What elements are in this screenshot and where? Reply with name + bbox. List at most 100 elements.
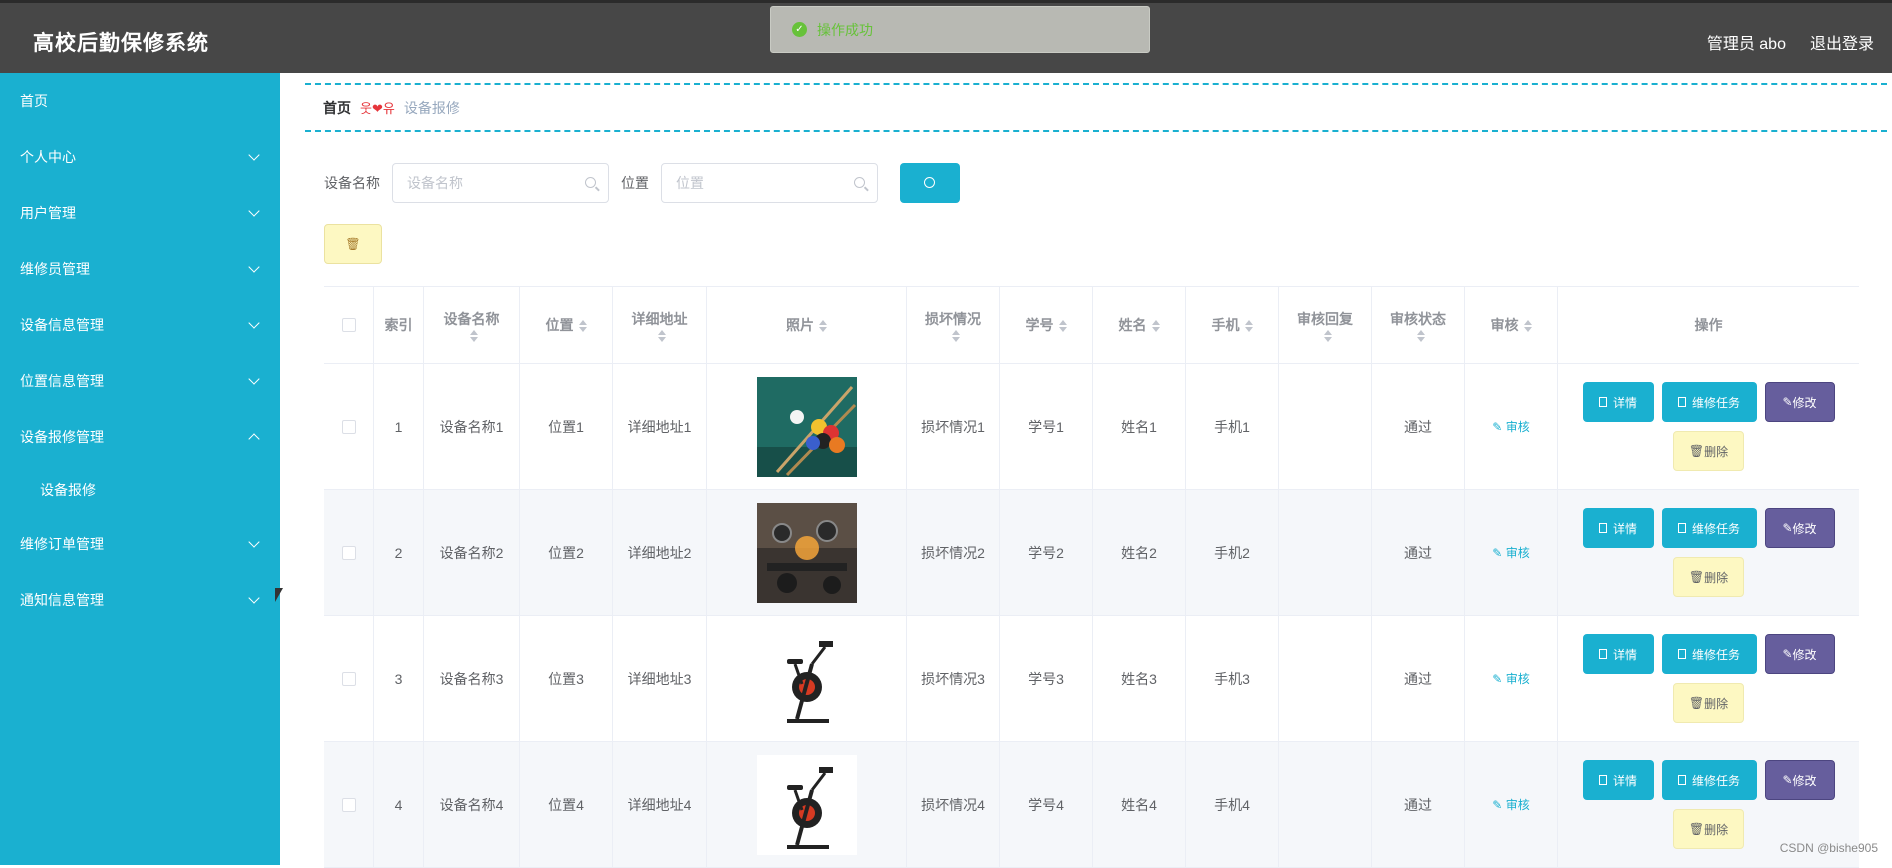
location: 位置4 (548, 796, 584, 813)
chevron-down-icon (248, 373, 260, 385)
edit-button[interactable]: ✎ 修改 (1764, 634, 1835, 674)
col-status[interactable]: 审核状态 (1372, 287, 1465, 363)
location-search-input[interactable]: 位置 (661, 163, 878, 203)
phone: 手机4 (1214, 796, 1250, 813)
delete-button[interactable]: 🗑 删除 (1673, 809, 1744, 849)
detail-button[interactable]: 详情 (1582, 508, 1654, 548)
edit-pen-icon: ✎ (1492, 546, 1506, 560)
detail-button[interactable]: 详情 (1582, 760, 1654, 800)
col-location[interactable]: 位置 (520, 287, 613, 363)
edit-button[interactable]: ✎ 修改 (1764, 760, 1835, 800)
address: 详细地址1 (627, 418, 692, 435)
sort-icon[interactable] (1323, 330, 1332, 342)
document-icon (1598, 775, 1607, 785)
edit-pen-icon: ✎ (1782, 647, 1793, 661)
detail-button[interactable]: 详情 (1582, 634, 1654, 674)
sidebar-item-repair-mgmt[interactable]: 设备报修管理 (0, 409, 280, 465)
sidebar-item-orders[interactable]: 维修订单管理 (0, 516, 280, 572)
trash-icon: 🗑 (1688, 570, 1705, 584)
equipment-name: 设备名称3 (439, 670, 504, 687)
table-row: 3 设备名称3 位置3 详细地址3 损坏情况3 学号3 姓名3 手机3 通过 ✎ 审核 详情 维修任务… (324, 616, 1859, 742)
sidebar-item-users[interactable]: 用户管理 (0, 185, 280, 241)
detail-button[interactable]: 详情 (1582, 382, 1654, 422)
address: 详细地址3 (627, 670, 692, 687)
location: 位置3 (548, 670, 584, 687)
search-icon (854, 177, 865, 188)
logout-link[interactable]: 退出登录 (1810, 30, 1874, 54)
repair-task-button[interactable]: 维修任务 (1661, 508, 1757, 548)
sort-icon[interactable] (1244, 320, 1253, 333)
address: 详细地址4 (627, 796, 692, 813)
trash-icon: 🗑 (1688, 696, 1705, 710)
sort-icon[interactable] (1151, 320, 1160, 333)
repair-task-button[interactable]: 维修任务 (1661, 382, 1757, 422)
batch-delete-button[interactable]: 🗑 (324, 224, 382, 264)
edit-button[interactable]: ✎ 修改 (1764, 508, 1835, 548)
damage: 损坏情况3 (921, 670, 985, 687)
search-button[interactable] (900, 163, 960, 203)
sidebar-item-locations[interactable]: 位置信息管理 (0, 353, 280, 409)
sidebar-item-repair-request[interactable]: 设备报修 (0, 462, 280, 518)
audit-status: 通过 (1404, 544, 1432, 561)
sidebar-item-home[interactable]: 首页 (0, 73, 280, 129)
col-photo[interactable]: 照片 (707, 287, 907, 363)
col-phone[interactable]: 手机 (1186, 287, 1279, 363)
row-index: 1 (394, 418, 403, 435)
address: 详细地址2 (627, 544, 692, 561)
row-checkbox[interactable] (341, 797, 356, 812)
equipment-name: 设备名称2 (439, 544, 504, 561)
student-id: 学号2 (1028, 544, 1064, 561)
person-name: 姓名2 (1121, 544, 1157, 561)
sort-icon[interactable] (1416, 330, 1425, 342)
row-checkbox[interactable] (341, 671, 356, 686)
sort-icon[interactable] (578, 320, 587, 333)
name-search-input[interactable]: 设备名称 (392, 163, 609, 203)
audit-link[interactable]: ✎ 审核 (1492, 418, 1529, 435)
edit-button[interactable]: ✎ 修改 (1764, 382, 1835, 422)
sidebar-item-repairmen[interactable]: 维修员管理 (0, 241, 280, 297)
sort-icon[interactable] (658, 330, 666, 342)
sidebar-item-notices[interactable]: 通知信息管理 (0, 572, 280, 628)
col-damage[interactable]: 损坏情况 (907, 287, 1000, 363)
col-person[interactable]: 姓名 (1093, 287, 1186, 363)
table-row: 4 设备名称4 位置4 详细地址4 损坏情况4 学号4 姓名4 手机4 通过 ✎ 审核 详情 维修任务… (324, 742, 1859, 868)
sort-icon[interactable] (819, 320, 827, 333)
delete-button[interactable]: 🗑 删除 (1673, 431, 1744, 471)
col-name[interactable]: 设备名称 (424, 287, 520, 363)
col-reply[interactable]: 审核回复 (1279, 287, 1372, 363)
row-checkbox[interactable] (341, 419, 356, 434)
app-title: 高校后勤保修系统 (33, 32, 209, 55)
search-form: 设备名称 设备名称 位置 位置 (324, 163, 960, 203)
audit-link[interactable]: ✎ 审核 (1492, 670, 1529, 687)
sidebar-item-profile[interactable]: 个人中心 (0, 129, 280, 185)
chevron-down-icon (248, 261, 260, 273)
row-index: 3 (394, 670, 403, 687)
spin-bike-photo (756, 754, 857, 855)
col-student-id[interactable]: 学号 (1000, 287, 1093, 363)
breadcrumb-home[interactable]: 首页 (323, 98, 351, 118)
admin-user[interactable]: 管理员 abo (1707, 30, 1786, 54)
delete-button[interactable]: 🗑 删除 (1673, 557, 1744, 597)
select-all-checkbox[interactable] (341, 318, 356, 332)
col-audit[interactable]: 审核 (1465, 287, 1558, 363)
row-index: 4 (394, 796, 403, 813)
repair-task-button[interactable]: 维修任务 (1661, 760, 1757, 800)
row-checkbox[interactable] (341, 545, 356, 560)
document-icon (1598, 523, 1607, 533)
document-icon (1598, 649, 1607, 659)
breadcrumb-current: 设备报修 (403, 99, 460, 116)
col-address[interactable]: 详细地址 (613, 287, 707, 363)
repair-task-button[interactable]: 维修任务 (1661, 634, 1757, 674)
delete-button[interactable]: 🗑 删除 (1673, 683, 1744, 723)
student-id: 学号4 (1028, 796, 1064, 813)
sort-icon[interactable] (951, 330, 960, 342)
audit-link[interactable]: ✎ 审核 (1492, 544, 1529, 561)
sort-icon[interactable] (470, 330, 478, 342)
sort-icon[interactable] (1058, 320, 1067, 333)
sidebar-item-equipment[interactable]: 设备信息管理 (0, 297, 280, 353)
audit-link[interactable]: ✎ 审核 (1492, 796, 1529, 813)
audit-status: 通过 (1404, 670, 1432, 687)
sort-icon[interactable] (1523, 320, 1532, 333)
location-label: 位置 (621, 175, 649, 191)
main-content: 首页 웃❤유 设备报修 设备名称 设备名称 位置 位置 🗑 索引 设备名称 位置… (280, 73, 1892, 868)
